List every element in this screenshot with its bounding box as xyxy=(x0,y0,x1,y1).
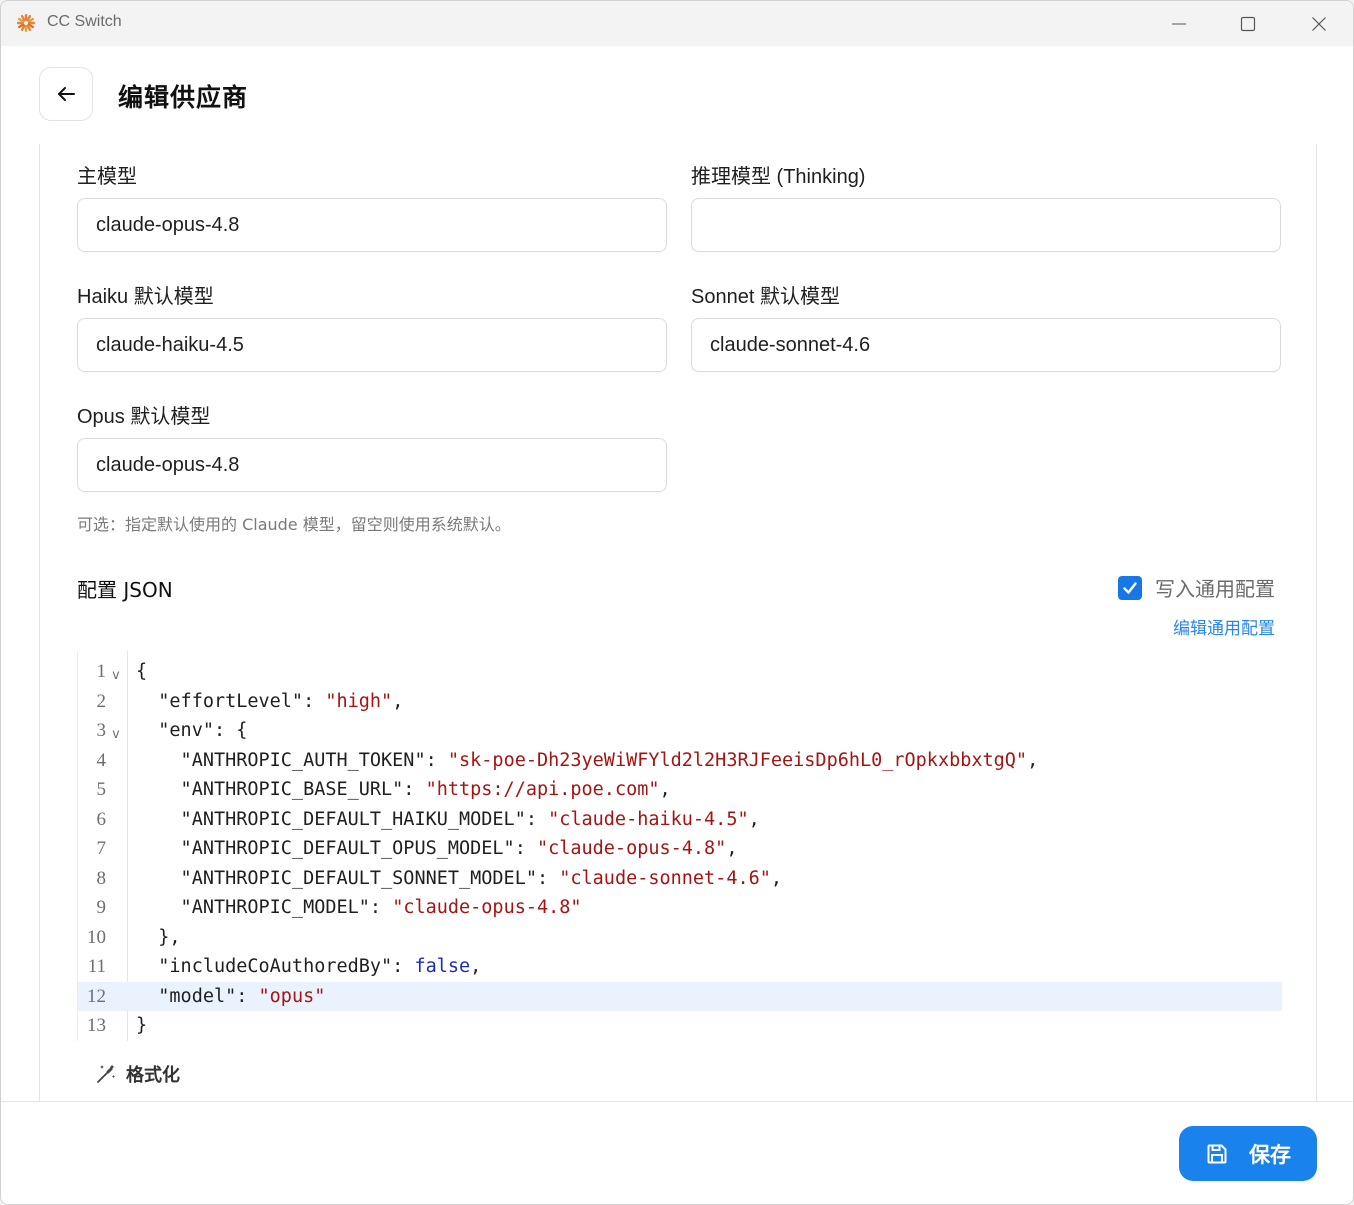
code-text: "ANTHROPIC_BASE_URL": "https://api.poe.c… xyxy=(136,779,671,800)
code-text: "effortLevel": "high", xyxy=(136,690,404,712)
code-line[interactable]: 9 "ANTHROPIC_MODEL": "claude-opus-4.8" xyxy=(78,893,1282,923)
minimize-button[interactable] xyxy=(1144,1,1214,46)
footer-bar: 保存 xyxy=(1,1101,1353,1204)
code-line[interactable]: 10 }, xyxy=(78,923,1282,953)
opus-model-label: Opus 默认模型 xyxy=(77,406,211,428)
code-line[interactable]: 11 "includeCoAuthoredBy": false, xyxy=(78,952,1282,982)
format-label: 格式化 xyxy=(126,1065,180,1086)
main-model-label: 主模型 xyxy=(77,166,137,188)
arrow-left-icon xyxy=(58,87,75,101)
write-common-config-checkbox[interactable] xyxy=(1118,575,1142,600)
cc-switch-logo-icon xyxy=(17,14,35,32)
write-common-config-toggle[interactable]: 写入通用配置 xyxy=(1118,573,1275,602)
code-text: "env": { xyxy=(136,720,248,741)
code-text: { xyxy=(136,661,148,682)
line-number: 2 xyxy=(96,690,107,712)
code-text: "ANTHROPIC_AUTH_TOKEN": "sk-poe-Dh23yeWi… xyxy=(136,749,1039,771)
line-number: 11 xyxy=(87,956,106,977)
minimize-icon xyxy=(1172,23,1186,24)
code-text: "ANTHROPIC_MODEL": "claude-opus-4.8" xyxy=(136,897,582,918)
write-common-config-label: 写入通用配置 xyxy=(1155,577,1275,601)
code-text: "includeCoAuthoredBy": false, xyxy=(136,956,482,977)
line-number: 4 xyxy=(96,749,107,771)
line-number: 13 xyxy=(87,1015,106,1036)
code-line[interactable]: 4 "ANTHROPIC_AUTH_TOKEN": "sk-poe-Dh23ye… xyxy=(78,746,1282,776)
save-label: 保存 xyxy=(1249,1142,1291,1167)
checkmark-icon xyxy=(1123,581,1137,594)
code-line[interactable]: 6 "ANTHROPIC_DEFAULT_HAIKU_MODEL": "clau… xyxy=(78,805,1282,835)
page-header: 编辑供应商 xyxy=(1,46,1353,144)
save-button[interactable]: 保存 xyxy=(1179,1126,1317,1181)
maximize-button[interactable] xyxy=(1213,1,1283,46)
main-model-input[interactable] xyxy=(77,198,667,252)
thinking-model-label: 推理模型 (Thinking) xyxy=(691,166,866,188)
title-bar: CC Switch xyxy=(1,1,1353,46)
opus-model-input[interactable] xyxy=(77,438,667,492)
edit-common-config-link[interactable]: 编辑通用配置 xyxy=(1173,614,1275,639)
model-hint-text: 可选：指定默认使用的 Claude 模型，留空则使用系统默认。 xyxy=(77,515,511,534)
code-text: "ANTHROPIC_DEFAULT_SONNET_MODEL": "claud… xyxy=(136,867,783,889)
code-text: } xyxy=(136,1015,148,1036)
code-text: "ANTHROPIC_DEFAULT_OPUS_MODEL": "claude-… xyxy=(136,838,738,859)
close-button[interactable] xyxy=(1284,1,1353,46)
back-button[interactable] xyxy=(39,67,93,121)
code-line[interactable]: 1 v{ xyxy=(78,657,1282,687)
magic-wand-icon xyxy=(97,1064,115,1083)
code-line[interactable]: 2 "effortLevel": "high", xyxy=(78,687,1282,717)
page-title: 编辑供应商 xyxy=(118,83,249,112)
code-line[interactable]: 3v "env": { xyxy=(78,716,1282,746)
code-line[interactable]: 7 "ANTHROPIC_DEFAULT_OPUS_MODEL": "claud… xyxy=(78,834,1282,864)
haiku-model-label: Haiku 默认模型 xyxy=(77,286,214,308)
thinking-model-input[interactable] xyxy=(691,198,1281,252)
config-json-label: 配置 JSON xyxy=(77,578,173,602)
line-number: 7 xyxy=(96,838,107,859)
code-line[interactable]: 13} xyxy=(78,1011,1282,1041)
json-code-editor[interactable]: 1 v{2 "effortLevel": "high", 3 v "env": {4 … xyxy=(77,651,1282,1041)
code-line[interactable]: 8 "ANTHROPIC_DEFAULT_SONNET_MODEL": "cla… xyxy=(78,864,1282,894)
code-text: "model": "opus" xyxy=(136,985,326,1007)
line-number: 9 xyxy=(96,897,107,918)
line-number: 10 xyxy=(87,926,106,948)
window-title: CC Switch xyxy=(47,13,122,30)
line-number: 3 xyxy=(96,720,107,741)
maximize-icon xyxy=(1240,16,1256,31)
code-line[interactable]: 5 "ANTHROPIC_BASE_URL": "https://api.poe… xyxy=(78,775,1282,805)
haiku-model-input[interactable] xyxy=(77,318,667,372)
code-text: }, xyxy=(136,926,181,948)
close-icon xyxy=(1312,16,1326,31)
provider-form: 主模型 推理模型 (Thinking) Haiku 默认模型 Sonnet 默认… xyxy=(39,144,1317,1102)
code-text: "ANTHROPIC_DEFAULT_HAIKU_MODEL": "claude… xyxy=(136,808,760,830)
format-button[interactable]: 格式化 xyxy=(95,1061,180,1087)
line-number: 12 xyxy=(87,985,106,1007)
app-window: CC Switch 编辑供应商 主模型 推理模型 (Thinking) Haik… xyxy=(0,0,1354,1205)
sonnet-model-label: Sonnet 默认模型 xyxy=(691,286,840,308)
sonnet-model-input[interactable] xyxy=(691,318,1281,372)
line-number: 6 xyxy=(96,808,107,830)
line-number: 5 xyxy=(96,779,107,800)
line-number: 1 xyxy=(96,661,107,682)
save-icon xyxy=(1207,1144,1227,1163)
line-number: 8 xyxy=(96,867,107,889)
code-line[interactable]: 12 "model": "opus" xyxy=(78,981,1282,1011)
